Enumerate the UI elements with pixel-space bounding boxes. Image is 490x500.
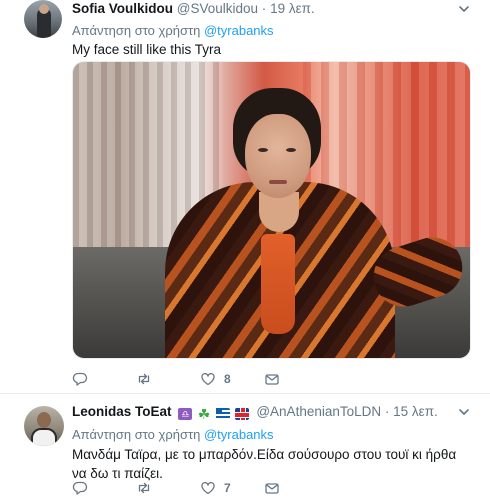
photo-neck — [259, 192, 299, 232]
envelope-icon — [265, 483, 279, 494]
tweet-actions: 7 — [72, 480, 332, 496]
like-count: 7 — [224, 481, 231, 495]
retweet-icon — [138, 373, 150, 385]
tweet-photo[interactable] — [72, 61, 471, 359]
tweet[interactable]: Leonidas ToEat ♎ ☘ @AnAthenianToLDN · 15… — [0, 393, 490, 500]
avatar-body — [31, 428, 57, 446]
reply-button[interactable] — [72, 371, 88, 387]
greece-flag-icon — [215, 408, 230, 421]
reply-button[interactable] — [72, 480, 88, 496]
avatar[interactable] — [24, 0, 62, 38]
timestamp[interactable]: 15 λεπ. — [393, 404, 438, 419]
tweet-text: My face still like this Tyra — [72, 42, 222, 57]
retweet-button[interactable] — [136, 480, 152, 496]
heart-icon — [201, 481, 215, 495]
retweet-icon — [138, 482, 150, 494]
user-handle[interactable]: @AnAthenianToLDN — [256, 404, 381, 419]
tweet-actions: 8 — [72, 371, 332, 387]
reply-context: Απάντηση στο χρήστη @tyrabanks — [72, 426, 274, 443]
avatar-head — [39, 4, 49, 14]
heart-icon — [201, 372, 215, 386]
like-button[interactable]: 7 — [200, 480, 231, 496]
separator-dot: · — [384, 404, 390, 419]
chevron-down-icon[interactable] — [458, 3, 470, 15]
shamrock-icon: ☘ — [197, 406, 211, 423]
avatar-head — [37, 412, 51, 428]
photo-scarf — [261, 234, 295, 334]
photo-mouth — [269, 180, 287, 184]
retweet-button[interactable] — [136, 371, 152, 387]
user-handle[interactable]: @SVoulkidou — [177, 1, 258, 16]
avatar[interactable] — [24, 406, 64, 446]
reply-icon — [72, 481, 88, 495]
libra-icon: ♎ — [178, 408, 193, 421]
like-button[interactable]: 8 — [200, 371, 231, 387]
direct-message-button[interactable] — [264, 480, 280, 496]
reply-prefix: Απάντηση στο χρήστη — [72, 427, 201, 442]
reply-context: Απάντηση στο χρήστη @tyrabanks — [72, 22, 274, 39]
photo-eye-left — [258, 148, 268, 152]
direct-message-button[interactable] — [264, 371, 280, 387]
reply-prefix: Απάντηση στο χρήστη — [72, 23, 201, 38]
reply-icon — [72, 372, 88, 386]
separator-dot: · — [261, 1, 267, 16]
photo-face — [245, 114, 311, 198]
display-name[interactable]: Sofia Voulkidou — [72, 1, 173, 16]
tweet-header: Leonidas ToEat ♎ ☘ @AnAthenianToLDN · 15… — [72, 403, 438, 423]
reply-mention-link[interactable]: @tyrabanks — [204, 427, 274, 442]
tweet-text: Μανδάμ Ταϊρα, με το μπαρδόν.Είδα σούσουρ… — [72, 447, 457, 481]
chevron-down-icon[interactable] — [458, 406, 470, 418]
name-emojis: ♎ ☘ — [178, 405, 249, 423]
photo-eye-right — [286, 148, 296, 152]
reply-mention-link[interactable]: @tyrabanks — [204, 23, 274, 38]
tweet-header: Sofia Voulkidou @SVoulkidou · 19 λεπ. — [72, 0, 315, 18]
timestamp[interactable]: 19 λεπ. — [270, 1, 315, 16]
display-name[interactable]: Leonidas ToEat — [72, 404, 172, 419]
like-count: 8 — [224, 372, 231, 386]
uk-flag-icon — [234, 408, 249, 421]
tweet[interactable]: Sofia Voulkidou @SVoulkidou · 19 λεπ. Απ… — [0, 0, 490, 393]
envelope-icon — [265, 374, 279, 385]
